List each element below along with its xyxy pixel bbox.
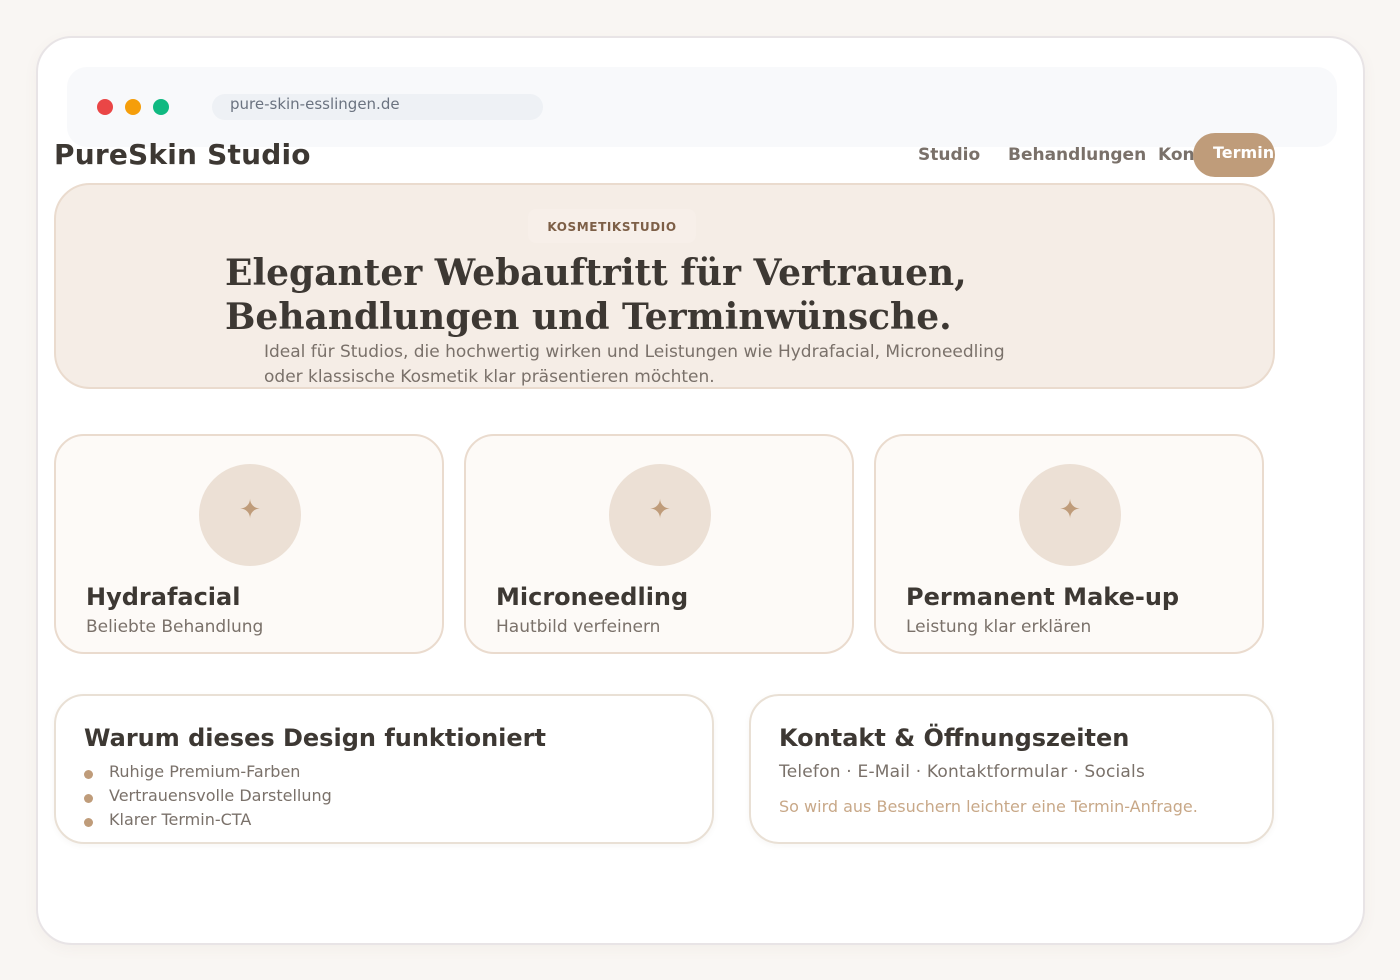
nav-studio[interactable]: Studio [918,145,980,165]
service-subtitle: Hautbild verfeinern [496,617,661,637]
list-item-label: Ruhige Premium-Farben [109,762,301,781]
list-item: Ruhige Premium-Farben [84,760,332,784]
hero-title: Eleganter Webauftritt für Vertrauen, Beh… [225,251,1125,339]
list-item: Klarer Termin-CTA [84,808,332,832]
hero-subtitle-line-2: oder klassische Kosmetik klar präsentier… [264,367,715,387]
service-title: Microneedling [496,583,689,611]
sparkle-icon: ✦ [199,464,301,566]
service-card-hydrafacial[interactable]: ✦ Hydrafacial Beliebte Behandlung [54,434,444,654]
browser-chrome: pure-skin-esslingen.de [67,67,1337,147]
list-item-label: Vertrauensvolle Darstellung [109,786,332,805]
list-item-label: Klarer Termin-CTA [109,810,252,829]
service-subtitle: Beliebte Behandlung [86,617,264,637]
contact-panel: Kontakt & Öffnungszeiten Telefon · E-Mai… [749,694,1274,844]
nav-kontakt[interactable]: Kon [1158,145,1196,165]
why-list: Ruhige Premium-Farben Vertrauensvolle Da… [84,760,332,832]
list-item: Vertrauensvolle Darstellung [84,784,332,808]
address-bar[interactable]: pure-skin-esslingen.de [212,94,543,120]
minimize-window-dot[interactable] [125,99,141,115]
service-card-permanent-makeup[interactable]: ✦ Permanent Make-up Leistung klar erklär… [874,434,1264,654]
why-title: Warum dieses Design funktioniert [84,724,546,752]
hero-section: KOSMETIKSTUDIO Eleganter Webauftritt für… [54,183,1275,389]
service-subtitle: Leistung klar erklären [906,617,1092,637]
contact-title: Kontakt & Öffnungszeiten [779,724,1130,752]
brand-logo[interactable]: PureSkin Studio [54,138,311,171]
hero-subtitle-line-1: Ideal für Studios, die hochwertig wirken… [264,342,1005,362]
why-panel: Warum dieses Design funktioniert Ruhige … [54,694,714,844]
close-window-dot[interactable] [97,99,113,115]
hero-eyebrow: KOSMETIKSTUDIO [528,209,696,243]
hero-subtitle: Ideal für Studios, die hochwertig wirken… [264,340,1084,390]
service-title: Permanent Make-up [906,583,1180,611]
service-title: Hydrafacial [86,583,241,611]
hero-title-line-1: Eleganter Webauftritt für Vertrauen, [225,252,967,294]
termin-button[interactable]: Termin [1193,133,1275,177]
contact-note: So wird aus Besuchern leichter eine Term… [779,797,1198,816]
bullet-dot-icon [84,818,93,827]
bullet-dot-icon [84,794,93,803]
contact-channels: Telefon · E-Mail · Kontaktformular · Soc… [779,762,1146,782]
sparkle-icon: ✦ [609,464,711,566]
maximize-window-dot[interactable] [153,99,169,115]
hero-title-line-2: Behandlungen und Terminwünsche. [225,296,952,338]
bullet-dot-icon [84,770,93,779]
sparkle-icon: ✦ [1019,464,1121,566]
service-card-microneedling[interactable]: ✦ Microneedling Hautbild verfeinern [464,434,854,654]
nav-behandlungen[interactable]: Behandlungen [1008,145,1146,165]
